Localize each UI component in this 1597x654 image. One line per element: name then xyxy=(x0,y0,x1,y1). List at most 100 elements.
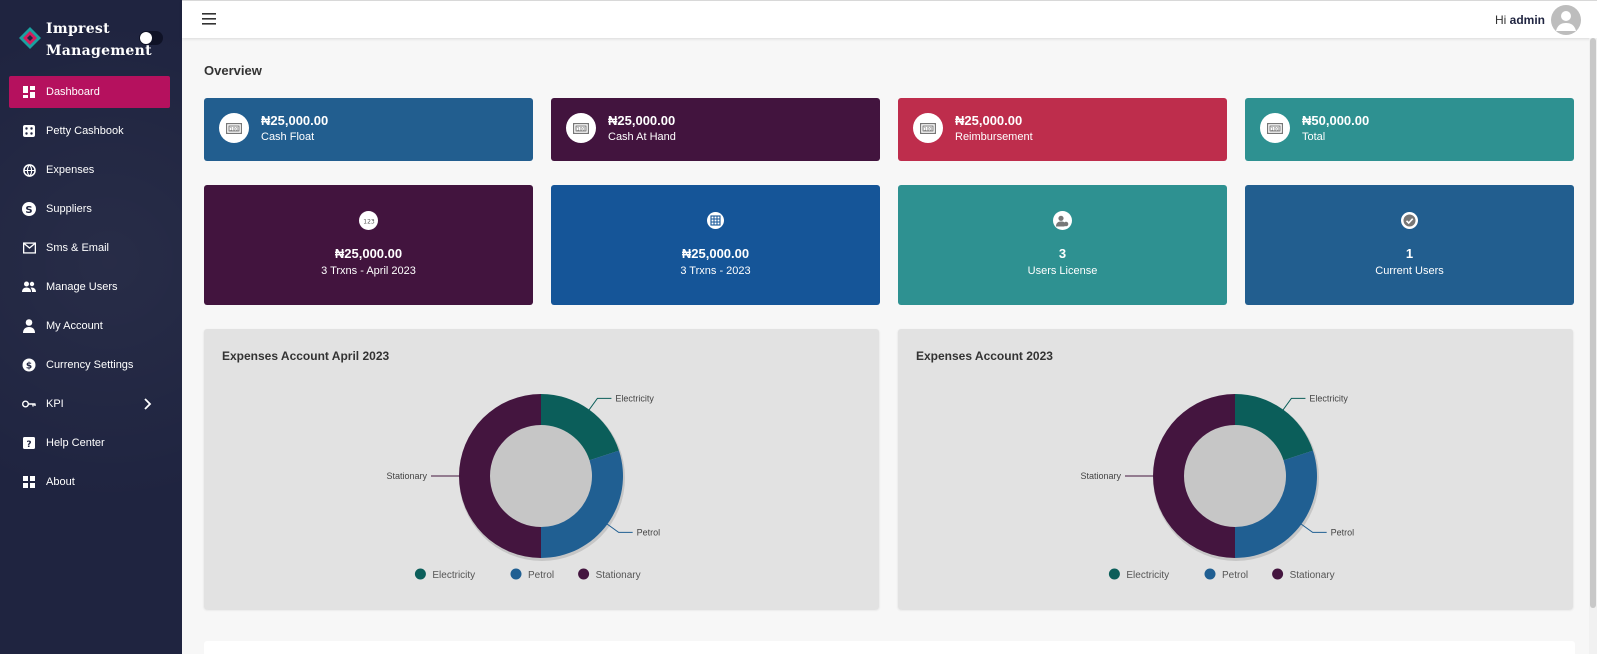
top-bar: Hi admin xyxy=(182,0,1597,38)
summary-card-year-transactions[interactable]: ₦25,000.00 3 Trxns - 2023 xyxy=(551,185,880,305)
cash-icon: 100 xyxy=(566,113,596,143)
stat-card-reimbursement[interactable]: 100 ₦25,000.00 Reimbursement xyxy=(898,98,1227,161)
svg-text:?: ? xyxy=(26,440,31,449)
summary-card-month-transactions[interactable]: 123 ₦25,000.00 3 Trxns - April 2023 xyxy=(204,185,533,305)
sidebar-item-suppliers[interactable]: S Suppliers xyxy=(9,193,170,225)
legend-item-petrol[interactable]: Petrol xyxy=(510,568,555,582)
stat-label: Total xyxy=(1302,131,1326,143)
user-icon xyxy=(22,319,36,333)
legend-item-electricity[interactable]: Electricity xyxy=(414,568,475,582)
avatar[interactable] xyxy=(1551,5,1581,35)
stat-value: ₦25,000.00 xyxy=(261,113,329,128)
svg-text:100: 100 xyxy=(1271,126,1280,132)
sidebar-item-sms-email[interactable]: Sms & Email xyxy=(9,232,170,264)
summary-value: ₦25,000.00 xyxy=(681,246,750,261)
sidebar-item-label: Manage Users xyxy=(46,281,118,293)
stat-label: Cash Float xyxy=(261,131,315,143)
stat-label: Cash At Hand xyxy=(608,131,676,143)
theme-toggle[interactable] xyxy=(139,31,163,45)
brand-name: Imprest Management xyxy=(46,18,152,62)
sidebar-item-petty-cashbook[interactable]: Petty Cashbook xyxy=(9,115,170,147)
chart-panel-month: Expenses Account April 2023 Electricity P… xyxy=(204,329,879,609)
summary-label: 3 Trxns - 2023 xyxy=(680,265,751,277)
menu-icon[interactable] xyxy=(202,12,218,26)
user-settings-icon xyxy=(1053,211,1072,230)
mail-icon xyxy=(22,241,36,255)
sidebar-item-label: Suppliers xyxy=(46,203,92,215)
sidebar-item-label: Currency Settings xyxy=(46,359,134,371)
bottom-panel xyxy=(204,641,1575,654)
legend-swatch xyxy=(510,568,522,580)
stat-card-cash-at-hand[interactable]: 100 ₦25,000.00 Cash At Hand xyxy=(551,98,880,161)
page-scrollbar[interactable] xyxy=(1589,38,1597,654)
sidebar-item-label: Expenses xyxy=(46,164,95,176)
sidebar-item-expenses[interactable]: Expenses xyxy=(9,154,170,186)
stat-card-cash-float[interactable]: 100 ₦25,000.00 Cash Float xyxy=(204,98,533,161)
stat-card-total[interactable]: 100 ₦50,000.00 Total xyxy=(1245,98,1574,161)
sidebar-item-kpi[interactable]: KPI xyxy=(9,388,170,420)
slice-label: Electricity xyxy=(615,393,654,403)
summary-card-users-license[interactable]: 3 Users License xyxy=(898,185,1227,305)
legend-label: Stationary xyxy=(1290,570,1335,581)
username: admin xyxy=(1509,13,1545,27)
svg-text:$: $ xyxy=(26,362,32,372)
svg-text:100: 100 xyxy=(577,126,586,132)
sidebar-item-label: About xyxy=(46,476,75,488)
svg-text:S: S xyxy=(25,205,32,216)
sidebar-item-help-center[interactable]: ? Help Center xyxy=(9,427,170,459)
numbers-icon: 123 xyxy=(359,211,378,230)
svg-text:100: 100 xyxy=(230,126,239,132)
donut-chart-year: Electricity Petrol Stationary Electricity Pe… xyxy=(1080,393,1355,582)
legend-item-stationary[interactable]: Stationary xyxy=(578,568,641,582)
summary-label: 3 Trxns - April 2023 xyxy=(321,265,416,277)
legend-item-electricity[interactable]: Electricity xyxy=(1108,568,1169,582)
legend-swatch xyxy=(414,568,426,580)
legend-label: Petrol xyxy=(1222,570,1248,581)
currency-icon: $ xyxy=(22,358,36,372)
stat-value: ₦25,000.00 xyxy=(955,113,1023,128)
sidebar-item-about[interactable]: About xyxy=(9,466,170,498)
globe-icon xyxy=(22,163,36,177)
legend-item-stationary[interactable]: Stationary xyxy=(1272,568,1335,582)
user-greeting: Hi admin xyxy=(1495,13,1545,27)
slice-label: Stationary xyxy=(1080,471,1121,481)
summary-label: Users License xyxy=(1027,265,1098,277)
stat-label: Reimbursement xyxy=(955,131,1033,143)
sidebar-item-my-account[interactable]: My Account xyxy=(9,310,170,342)
dashboard-icon xyxy=(22,85,36,99)
donut-chart-month: Electricity Petrol Stationary Electricity Pe… xyxy=(386,393,660,582)
summary-label: Current Users xyxy=(1375,265,1444,277)
legend-item-petrol[interactable]: Petrol xyxy=(1204,568,1249,582)
slice-label: Stationary xyxy=(386,471,427,481)
scroll-thumb[interactable] xyxy=(1590,38,1596,608)
slice-label: Electricity xyxy=(1309,393,1348,403)
sidebar-item-label: Dashboard xyxy=(46,86,100,98)
toggle-knob xyxy=(140,32,152,44)
brand-line-1: Imprest xyxy=(46,21,110,37)
sidebar-item-label: KPI xyxy=(46,398,64,410)
legend-swatch xyxy=(1108,568,1120,580)
logo-icon xyxy=(19,27,41,49)
sidebar-item-currency-settings[interactable]: $ Currency Settings xyxy=(9,349,170,381)
cash-icon: 100 xyxy=(1260,113,1290,143)
svg-text:123: 123 xyxy=(363,218,375,225)
grid-icon xyxy=(22,475,36,489)
dice-icon xyxy=(22,124,36,138)
stat-value: ₦50,000.00 xyxy=(1302,113,1370,128)
chart-panel-year: Expenses Account 2023 Electricity Petrol S… xyxy=(898,329,1573,609)
legend-label: Stationary xyxy=(596,570,641,581)
legend-label: Electricity xyxy=(1126,570,1169,581)
slice-label: Petrol xyxy=(1331,527,1355,537)
cash-icon: 100 xyxy=(219,113,249,143)
brand-line-2: Management xyxy=(46,43,152,59)
sidebar-item-dashboard[interactable]: Dashboard xyxy=(9,76,170,108)
sidebar-item-label: Petty Cashbook xyxy=(46,125,124,137)
summary-card-current-users[interactable]: 1 Current Users xyxy=(1245,185,1574,305)
stat-value: ₦25,000.00 xyxy=(608,113,676,128)
check-circle-icon xyxy=(1400,211,1419,230)
greeting-text: Hi xyxy=(1494,13,1507,27)
chevron-right-icon xyxy=(144,398,152,410)
sidebar-item-label: Sms & Email xyxy=(46,242,109,254)
sidebar: Imprest Management Dashboard Petty Cashb… xyxy=(0,0,182,654)
sidebar-item-manage-users[interactable]: Manage Users xyxy=(9,271,170,303)
